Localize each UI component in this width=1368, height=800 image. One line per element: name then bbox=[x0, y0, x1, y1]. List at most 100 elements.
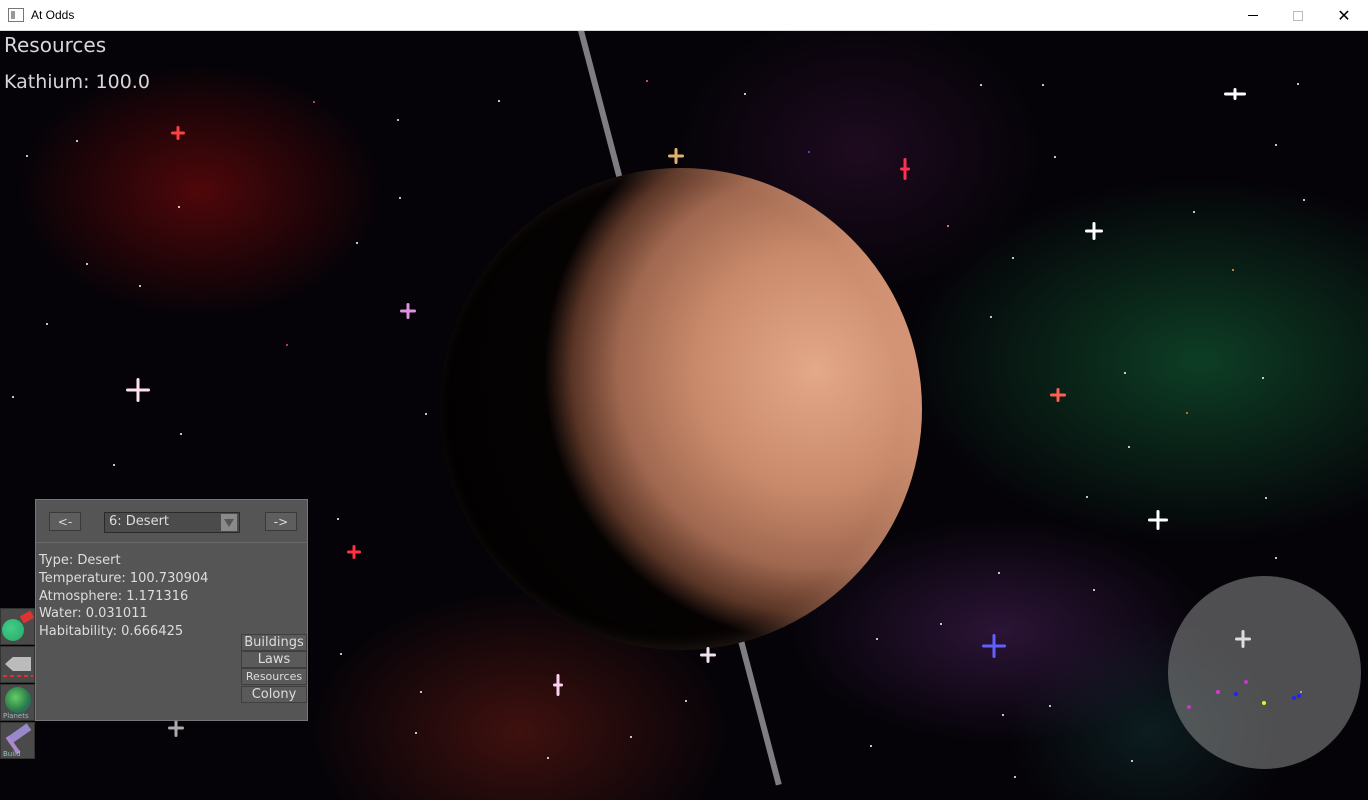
previous-planet-button[interactable]: <- bbox=[49, 512, 81, 531]
planet-select[interactable]: 6: Desert bbox=[104, 512, 240, 533]
star bbox=[744, 93, 746, 95]
star bbox=[1050, 388, 1066, 402]
star bbox=[1148, 510, 1168, 530]
star bbox=[1265, 497, 1267, 499]
planet[interactable] bbox=[440, 168, 922, 650]
star bbox=[668, 148, 684, 164]
star bbox=[700, 647, 716, 663]
star bbox=[113, 464, 115, 466]
laws-button[interactable]: Laws bbox=[241, 651, 307, 668]
minimap-marker bbox=[1262, 701, 1266, 705]
star bbox=[1186, 412, 1188, 414]
star bbox=[498, 100, 500, 102]
planet-type: Type: Desert bbox=[39, 553, 121, 568]
star bbox=[1262, 377, 1264, 379]
star bbox=[420, 691, 422, 693]
toolbar-build-button[interactable]: Build bbox=[0, 722, 35, 759]
star bbox=[1297, 83, 1299, 85]
star bbox=[26, 155, 28, 157]
star bbox=[630, 736, 632, 738]
star bbox=[397, 119, 399, 121]
star bbox=[347, 545, 361, 559]
toolbar-planets-button[interactable]: Planets bbox=[0, 684, 35, 721]
planet-water: Water: 0.031011 bbox=[39, 606, 148, 621]
star bbox=[356, 242, 358, 244]
maximize-button[interactable] bbox=[1275, 0, 1321, 31]
minimap-star bbox=[1235, 630, 1251, 648]
star bbox=[86, 263, 88, 265]
minimap-marker bbox=[1187, 705, 1191, 709]
planet-temperature: Temperature: 100.730904 bbox=[39, 571, 209, 586]
star bbox=[1275, 557, 1277, 559]
star bbox=[12, 396, 14, 398]
star bbox=[1093, 589, 1095, 591]
toolbar-diplomacy-button[interactable] bbox=[0, 608, 35, 645]
resource-kathium: Kathium: 100.0 bbox=[4, 71, 150, 93]
star bbox=[1012, 257, 1014, 259]
star bbox=[900, 158, 910, 180]
colony-button[interactable]: Colony bbox=[241, 686, 307, 703]
star bbox=[340, 653, 342, 655]
resources-button[interactable]: Resources bbox=[241, 668, 307, 685]
minimap-marker bbox=[1244, 680, 1248, 684]
app-icon bbox=[8, 8, 24, 22]
maximize-icon bbox=[1293, 10, 1303, 21]
star bbox=[982, 634, 1006, 658]
star bbox=[1085, 222, 1103, 240]
planet-atmosphere: Atmosphere: 1.171316 bbox=[39, 589, 189, 604]
diplomacy-icon bbox=[2, 619, 24, 641]
planets-caption: Planets bbox=[3, 712, 29, 720]
star bbox=[1303, 199, 1305, 201]
star bbox=[1049, 705, 1051, 707]
star bbox=[337, 518, 339, 520]
minimize-button[interactable] bbox=[1230, 0, 1276, 31]
star bbox=[998, 572, 1000, 574]
minimap-marker bbox=[1292, 696, 1296, 700]
star bbox=[76, 140, 78, 142]
star bbox=[286, 344, 288, 346]
star bbox=[1275, 144, 1277, 146]
star bbox=[1193, 211, 1195, 213]
star bbox=[168, 719, 184, 737]
star bbox=[1014, 776, 1016, 778]
star bbox=[553, 674, 563, 696]
planet-info-panel: <- 6: Desert -> Type: Desert Temperature… bbox=[35, 499, 308, 721]
star bbox=[1131, 760, 1133, 762]
star bbox=[940, 623, 942, 625]
minimap-marker bbox=[1234, 692, 1238, 696]
resources-heading: Resources bbox=[4, 33, 107, 57]
star bbox=[808, 151, 810, 153]
star bbox=[313, 101, 315, 103]
planet-icon bbox=[5, 687, 31, 713]
window-titlebar: At Odds ✕ bbox=[0, 0, 1368, 31]
minimap-marker bbox=[1216, 690, 1220, 694]
star bbox=[126, 378, 150, 402]
star bbox=[1054, 156, 1056, 158]
toolbar-ships-button[interactable] bbox=[0, 646, 35, 683]
ship-stripe bbox=[3, 675, 33, 677]
ship-icon bbox=[5, 657, 31, 671]
divider bbox=[36, 542, 308, 543]
planet-select-value: 6: Desert bbox=[109, 514, 170, 529]
flag-icon bbox=[19, 610, 34, 624]
star bbox=[46, 323, 48, 325]
star bbox=[1124, 372, 1126, 374]
star bbox=[876, 638, 878, 640]
star bbox=[990, 316, 992, 318]
minimap-marker bbox=[1297, 694, 1301, 698]
star bbox=[1232, 269, 1234, 271]
planet-habitability: Habitability: 0.666425 bbox=[39, 624, 184, 639]
chevron-down-icon[interactable] bbox=[221, 514, 237, 531]
minimap[interactable] bbox=[1168, 576, 1361, 769]
build-caption: Build bbox=[3, 750, 21, 758]
next-planet-button[interactable]: -> bbox=[265, 512, 297, 531]
buildings-button[interactable]: Buildings bbox=[241, 634, 307, 651]
star bbox=[1128, 446, 1130, 448]
close-button[interactable]: ✕ bbox=[1321, 0, 1367, 31]
star bbox=[171, 126, 185, 140]
star bbox=[870, 745, 872, 747]
close-icon: ✕ bbox=[1337, 6, 1351, 25]
star bbox=[1086, 496, 1088, 498]
star bbox=[1224, 88, 1246, 100]
star bbox=[1002, 714, 1004, 716]
